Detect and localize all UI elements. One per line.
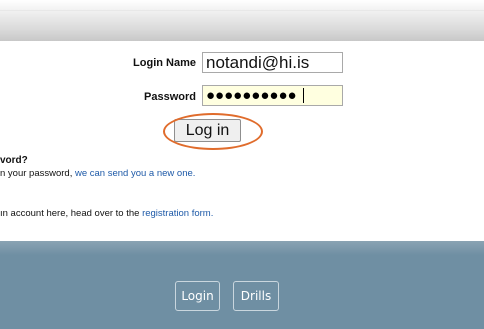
login-name-label: Login Name (133, 57, 196, 69)
send-new-password-link[interactable]: we can send you a new one. (75, 168, 195, 179)
password-label: Password (144, 91, 196, 103)
forgot-password-heading: vord? (0, 155, 28, 166)
log-in-button[interactable]: Log in (174, 119, 241, 142)
password-input[interactable]: ●●●●●●●●●● (202, 85, 343, 106)
forgot-password-text: n your password, we can send you a new o… (0, 168, 195, 179)
nav-login-button[interactable]: Login (175, 281, 220, 311)
top-bar-edge (0, 10, 484, 11)
login-name-input[interactable] (202, 52, 343, 73)
registration-form-link[interactable]: registration form. (142, 208, 213, 219)
register-text: ın account here, head over to the regist… (0, 208, 213, 219)
nav-drills-button[interactable]: Drills (233, 281, 279, 311)
register-prefix: ın account here, head over to the (0, 208, 143, 219)
footer-top-shade (0, 241, 484, 255)
top-bar (0, 0, 484, 41)
text-caret (303, 88, 304, 103)
forgot-password-prefix: n your password, (0, 168, 75, 179)
